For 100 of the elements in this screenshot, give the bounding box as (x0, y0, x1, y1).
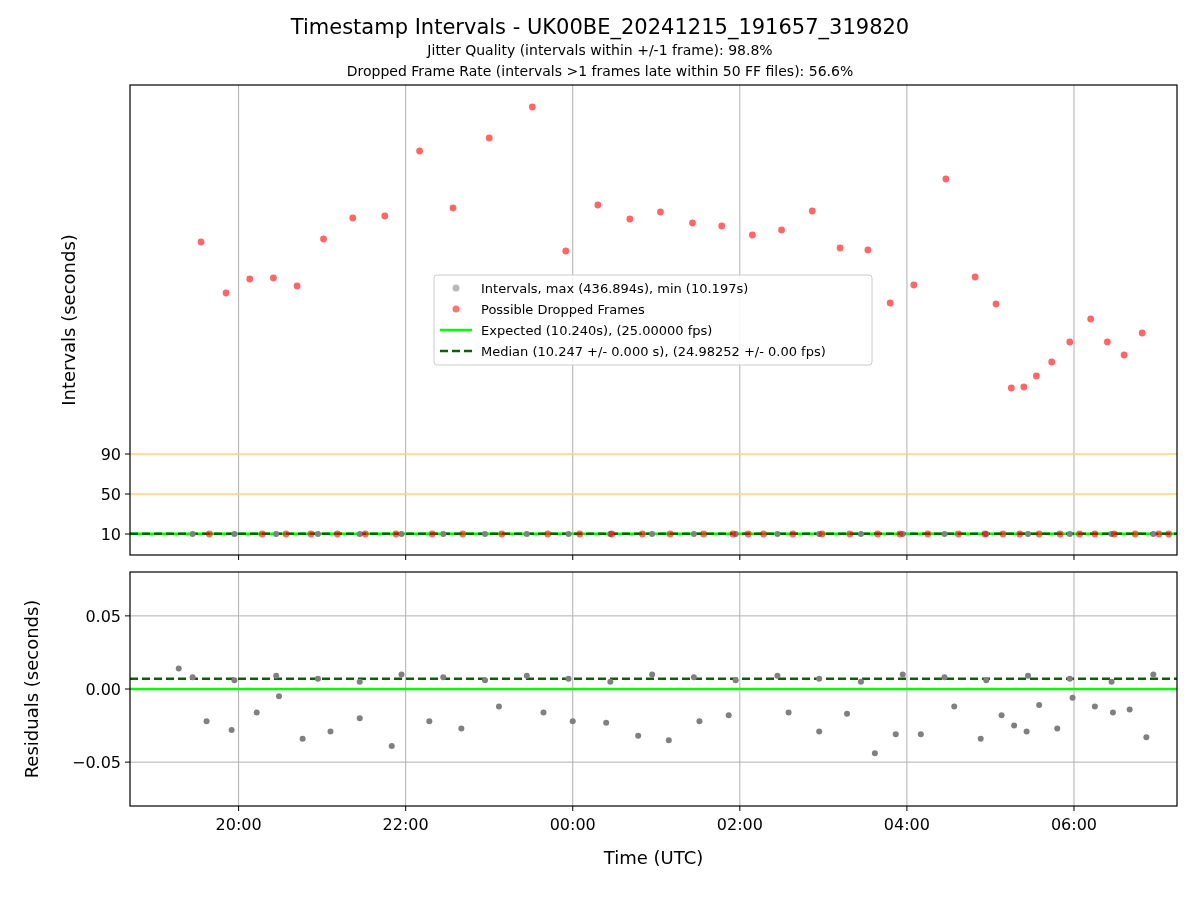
data-point (544, 530, 552, 538)
data-point (744, 530, 752, 538)
data-point (458, 725, 465, 732)
data-point (1069, 694, 1076, 701)
chart-subtitle: Dropped Frame Rate (intervals >1 frames late within 50 FF files): 56.6% (346, 62, 854, 81)
data-point (999, 530, 1007, 538)
data-point (440, 531, 447, 537)
data-point (253, 709, 260, 716)
data-point (886, 299, 894, 307)
data-point (1104, 338, 1111, 346)
data-point (1091, 703, 1098, 710)
data-point (665, 737, 672, 744)
data-point (327, 728, 334, 735)
chart-subtitle: Jitter Quality (intervals within +/-1 frame): 98.8% (427, 41, 773, 60)
data-point (426, 718, 433, 725)
data-point (899, 671, 906, 678)
data-point (356, 678, 363, 685)
tick-label: 50 (100, 485, 121, 504)
data-point (205, 530, 213, 538)
tick-label: 06:00 (1050, 815, 1098, 834)
data-point (941, 531, 948, 537)
data-point (495, 703, 502, 710)
data-point (299, 735, 306, 742)
data-point (942, 175, 950, 183)
tick-label: 04:00 (883, 815, 930, 834)
data-point (1056, 530, 1064, 538)
data-point (1138, 329, 1146, 337)
data-point (1120, 351, 1128, 359)
data-point (459, 530, 467, 538)
data-point (748, 231, 756, 239)
data-point (1023, 728, 1030, 735)
data-point (528, 103, 536, 111)
data-point (649, 531, 656, 537)
data-point (992, 300, 1000, 308)
data-point (1036, 702, 1043, 709)
data-point (482, 531, 489, 537)
legend-line (440, 349, 472, 353)
data-point (231, 677, 238, 684)
data-point (846, 530, 854, 538)
data-point (816, 728, 823, 735)
data-point (523, 672, 530, 679)
data-point (844, 710, 851, 717)
data-point (857, 678, 864, 685)
data-point (189, 674, 196, 681)
tick-label: −0.05 (71, 753, 121, 773)
data-point (293, 282, 301, 290)
data-point (482, 677, 489, 684)
tick-label: 02:00 (716, 815, 763, 834)
data-point (1165, 530, 1173, 538)
data-point (983, 677, 990, 684)
data-point (540, 709, 547, 716)
legend-label: Possible Dropped Frames (481, 302, 645, 317)
legend-label: Expected (10.240s), (25.00000 fps) (481, 323, 713, 338)
data-point (1131, 530, 1139, 538)
data-point (725, 712, 732, 719)
axis-label: Residuals (seconds) (21, 599, 42, 779)
data-point (1054, 725, 1061, 732)
data-point (440, 674, 447, 681)
data-point (689, 219, 696, 227)
data-point (1150, 671, 1157, 678)
tick-label: 10 (100, 525, 121, 544)
data-point (638, 530, 646, 538)
data-point (874, 530, 882, 538)
data-point (562, 247, 570, 255)
data-point (1066, 338, 1074, 346)
data-point (789, 530, 797, 538)
tick-label: 90 (100, 445, 121, 464)
chart-title: Timestamp Intervals - UK00BE_20241215_191657_319820 (290, 14, 910, 40)
data-point (857, 531, 864, 537)
data-point (1087, 315, 1095, 323)
data-point (774, 672, 781, 679)
data-point (892, 731, 899, 738)
data-point (416, 147, 423, 155)
data-point (910, 281, 918, 289)
data-point (1020, 383, 1028, 391)
data-point (523, 531, 530, 537)
data-point (941, 674, 948, 681)
data-point (1076, 530, 1083, 538)
data-point (690, 531, 697, 537)
data-point (258, 530, 266, 538)
data-point (998, 712, 1005, 719)
data-point (1011, 722, 1018, 729)
data-point (270, 274, 277, 282)
data-point (836, 244, 844, 252)
legend-line (440, 328, 472, 332)
data-point (565, 531, 572, 537)
data-point (228, 726, 235, 733)
data-point (273, 531, 280, 537)
data-point (607, 678, 614, 685)
data-point (657, 208, 664, 216)
data-point (1007, 384, 1015, 392)
data-point (951, 703, 958, 710)
data-point (222, 289, 230, 297)
data-point (696, 718, 703, 725)
data-point (649, 671, 656, 678)
data-point (231, 531, 238, 537)
data-point (576, 530, 584, 538)
legend-marker (452, 284, 460, 292)
legend-marker (452, 305, 460, 313)
data-point (1066, 675, 1073, 682)
